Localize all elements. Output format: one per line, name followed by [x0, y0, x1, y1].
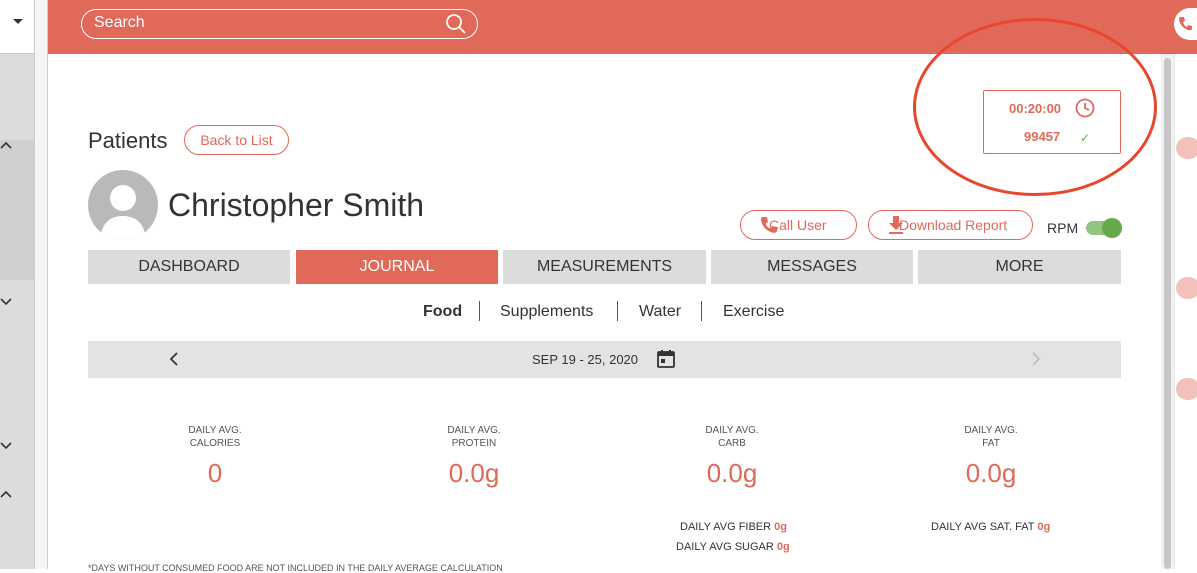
calendar-icon[interactable] [656, 349, 676, 369]
satfat-stat: DAILY AVG SAT. FAT 0g [931, 521, 1050, 533]
scrollbar-thumb[interactable] [1164, 58, 1171, 569]
chevron-down-icon[interactable] [0, 441, 12, 451]
stat-fat-value: 0.0g [965, 458, 1017, 488]
back-to-list-button[interactable]: Back to List [184, 125, 289, 155]
subtab-separator [701, 301, 702, 321]
tab-journal[interactable]: JOURNAL [296, 250, 498, 284]
sugar-label: DAILY AVG SUGAR [676, 541, 777, 553]
sidebar-divider [34, 0, 48, 569]
stat-fat-label: DAILY AVG. FAT [931, 424, 1051, 450]
stat-calories-label: DAILY AVG. CALORIES [155, 424, 275, 450]
fiber-label: DAILY AVG FIBER [680, 521, 775, 533]
subtab-separator [479, 301, 480, 321]
stat-calories-value: 0 [207, 458, 223, 488]
search-icon[interactable] [444, 12, 468, 36]
chevron-up-icon[interactable] [0, 489, 12, 499]
satfat-value: 0g [1037, 521, 1051, 533]
caret-down-icon[interactable] [12, 18, 24, 26]
sugar-stat: DAILY AVG SUGAR 0g [676, 541, 790, 553]
chevron-up-icon[interactable] [0, 140, 12, 150]
left-sidebar-section[interactable] [0, 140, 34, 280]
subtab-supplements[interactable]: Supplements [500, 303, 593, 321]
tab-dashboard[interactable]: DASHBOARD [88, 250, 290, 284]
stat-label-line: DAILY AVG. [188, 425, 242, 436]
right-panel [1174, 54, 1197, 569]
stat-carb-value: 0.0g [706, 458, 758, 488]
subtab-separator [617, 301, 618, 321]
right-panel-item[interactable] [1176, 137, 1197, 159]
phone-icon [761, 217, 777, 233]
download-icon [889, 216, 903, 234]
fiber-stat: DAILY AVG FIBER 0g [680, 521, 787, 533]
chevron-left-icon[interactable] [168, 351, 180, 367]
stat-label-line: CARB [718, 438, 746, 449]
stat-label-line: FAT [982, 438, 1000, 449]
stat-protein-label: DAILY AVG. PROTEIN [414, 424, 534, 450]
rpm-toggle-knob[interactable] [1102, 218, 1122, 238]
stat-label-line: DAILY AVG. [705, 425, 759, 436]
left-sidebar-header [0, 0, 34, 54]
right-panel-item[interactable] [1176, 378, 1197, 400]
call-user-button[interactable]: Call User [740, 210, 857, 240]
tab-measurements[interactable]: MEASUREMENTS [503, 250, 706, 284]
left-sidebar [0, 0, 34, 569]
date-range-label: SEP 19 - 25, 2020 [532, 352, 639, 367]
stat-label-line: CALORIES [189, 438, 241, 449]
stat-label-line: PROTEIN [451, 438, 497, 449]
fiber-value: 0g [774, 521, 787, 533]
satfat-label: DAILY AVG SAT. FAT [931, 521, 1038, 533]
phone-icon [1179, 17, 1192, 31]
avatar [88, 170, 158, 240]
stat-label-line: DAILY AVG. [447, 425, 501, 436]
rpm-label: RPM [1047, 220, 1079, 236]
patient-name: Christopher Smith [168, 187, 425, 223]
footnote: *DAYS WITHOUT CONSUMED FOOD ARE NOT INCL… [88, 563, 503, 573]
stat-label-line: DAILY AVG. [964, 425, 1018, 436]
subtab-water[interactable]: Water [639, 303, 681, 321]
subtab-exercise[interactable]: Exercise [723, 303, 784, 321]
chevron-right-icon[interactable] [1030, 351, 1042, 367]
chevron-down-icon[interactable] [0, 297, 12, 307]
right-panel-item[interactable] [1176, 277, 1197, 299]
tab-more[interactable]: MORE [918, 250, 1121, 284]
tab-messages[interactable]: MESSAGES [711, 250, 913, 284]
stat-carb-label: DAILY AVG. CARB [672, 424, 792, 450]
subtab-food[interactable]: Food [423, 303, 462, 321]
page-title: Patients [88, 128, 168, 153]
user-silhouette-icon [100, 185, 146, 240]
search-placeholder: Search [94, 14, 145, 31]
sugar-value: 0g [776, 541, 790, 553]
stat-protein-value: 0.0g [448, 458, 500, 488]
annotation-circle [913, 18, 1157, 196]
